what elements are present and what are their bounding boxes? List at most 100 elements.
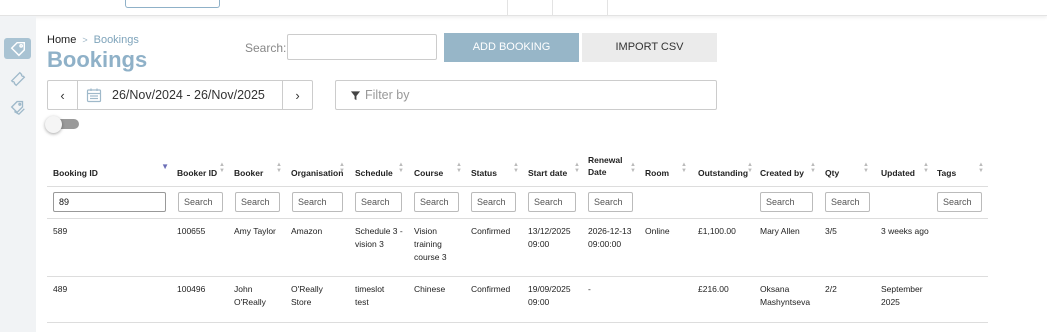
tags-search-input[interactable]: Search	[937, 192, 982, 212]
add-booking-button[interactable]: ADD BOOKING	[444, 33, 579, 62]
sort-icon: ▲ ▼	[810, 162, 816, 174]
column-header-tags[interactable]: Tags ▲ ▼	[937, 150, 986, 186]
cell-booking-id: 489	[53, 284, 68, 294]
previous-period-button[interactable]: ‹	[48, 81, 78, 109]
column-header-qty[interactable]: Qty ▲ ▼	[825, 150, 871, 186]
sort-icon: ▲ ▼	[681, 162, 687, 174]
cell-renewal-date: 2026-12-13 09:00:00	[588, 226, 632, 249]
sidebar-item-tickets[interactable]	[4, 68, 31, 89]
header-divider	[47, 186, 988, 187]
cell-booking-id: 589	[53, 226, 68, 236]
header-label: Booker	[234, 168, 264, 178]
sidebar-item-tags[interactable]	[4, 96, 31, 117]
sort-icon: ▲ ▼	[219, 162, 225, 174]
course-search-input[interactable]: Search	[414, 192, 459, 212]
breadcrumb: Home > Bookings	[47, 34, 139, 46]
cell-outstanding: £1,100.00	[698, 226, 736, 236]
view-toggle-switch[interactable]	[45, 116, 79, 133]
column-header-course[interactable]: Course ▲ ▼	[414, 150, 464, 186]
cell-start-date: 19/09/2025 09:00	[528, 284, 571, 307]
column-header-outstanding[interactable]: Outstanding ▲ ▼	[698, 150, 755, 186]
column-header-booking-id[interactable]: Booking ID ▼	[53, 150, 171, 186]
cell-booker: John O'Really	[234, 284, 266, 307]
cell-created-by: Oksana Mashyntseva	[760, 284, 811, 307]
sort-icon: ▲ ▼	[923, 162, 929, 174]
breadcrumb-home[interactable]: Home	[47, 34, 76, 46]
cell-schedule: Schedule 3 - vision 3	[355, 226, 403, 249]
sort-icon: ▲ ▼	[978, 162, 984, 174]
booker-search-input[interactable]: Search	[235, 192, 280, 212]
header-label: Qty	[825, 168, 840, 178]
topbar-divider	[507, 0, 508, 16]
column-header-status[interactable]: Status ▲ ▼	[471, 150, 521, 186]
header-label: Booking ID	[53, 168, 98, 178]
sort-icon: ▲ ▼	[398, 162, 404, 174]
column-header-created-by[interactable]: Created by ▲ ▼	[760, 150, 818, 186]
search-label: Search:	[245, 41, 287, 55]
date-range-value: 26/Nov/2024 - 26/Nov/2025	[112, 88, 265, 102]
start-date-search-input[interactable]: Search	[528, 192, 576, 212]
filter-icon	[350, 90, 361, 100]
cell-outstanding: £216.00	[698, 284, 729, 294]
booker-id-search-input[interactable]: Search	[178, 192, 223, 212]
cell-organisation: O'Really Store	[291, 284, 323, 307]
column-header-booker-id[interactable]: Booker ID ▲ ▼	[177, 150, 227, 186]
header-label: Organisation	[291, 168, 344, 178]
sort-icon: ▲ ▼	[456, 162, 462, 174]
ticket-icon	[10, 71, 25, 86]
booking-id-search-input[interactable]: 89	[53, 192, 166, 212]
topbar-divider	[552, 0, 553, 16]
cell-room: Online	[645, 226, 670, 236]
next-period-button[interactable]: ›	[282, 81, 312, 109]
column-header-room[interactable]: Room ▲ ▼	[645, 150, 689, 186]
search-row-divider	[47, 218, 988, 219]
breadcrumb-current[interactable]: Bookings	[94, 34, 139, 46]
cell-status: Confirmed	[471, 284, 511, 294]
header-label: Booker ID	[177, 168, 218, 178]
cell-updated: 3 weeks ago	[881, 226, 929, 236]
header-label: Created by	[760, 168, 804, 178]
page-title: Bookings	[47, 47, 148, 72]
column-header-start-date[interactable]: Start date ▲ ▼	[528, 150, 582, 186]
header-label: Course	[414, 168, 444, 178]
cell-schedule: timeslot test	[355, 284, 385, 307]
column-header-renewal-date[interactable]: Renewal Date ▲ ▼	[588, 150, 638, 186]
date-range-picker: ‹ 26/Nov/2024 - 26/Nov/2025 ›	[47, 80, 313, 110]
top-navigation-bar	[0, 0, 1047, 16]
calendar-icon	[86, 88, 102, 103]
cell-start-date: 13/12/2025 09:00	[528, 226, 571, 249]
qty-search-input[interactable]: Search	[825, 192, 870, 212]
schedule-search-input[interactable]: Search	[355, 192, 402, 212]
status-search-input[interactable]: Search	[471, 192, 516, 212]
top-search-field[interactable]	[125, 0, 220, 8]
header-label: Updated	[881, 168, 915, 178]
topbar-divider	[607, 0, 608, 16]
cell-qty: 3/5	[825, 226, 837, 236]
import-csv-button[interactable]: IMPORT CSV	[582, 33, 717, 62]
date-range-field[interactable]: 26/Nov/2024 - 26/Nov/2025	[78, 81, 282, 109]
sidebar	[0, 16, 36, 332]
search-input[interactable]	[287, 34, 437, 60]
column-header-schedule[interactable]: Schedule ▲ ▼	[355, 150, 406, 186]
sort-icon: ▲ ▼	[747, 162, 753, 174]
cell-status: Confirmed	[471, 226, 511, 236]
cell-organisation: Amazon	[291, 226, 323, 236]
column-header-updated[interactable]: Updated ▲ ▼	[881, 150, 931, 186]
created-by-search-input[interactable]: Search	[760, 192, 813, 212]
cell-qty: 2/2	[825, 284, 837, 294]
column-header-booker[interactable]: Booker ▲ ▼	[234, 150, 284, 186]
header-label: Schedule	[355, 168, 393, 178]
filter-by-field[interactable]: Filter by	[335, 80, 717, 110]
sort-icon: ▲ ▼	[513, 162, 519, 174]
column-header-organisation[interactable]: Organisation ▲ ▼	[291, 150, 347, 186]
sidebar-item-bookings[interactable]	[4, 38, 31, 59]
sort-icon: ▲ ▼	[276, 162, 282, 174]
tag-icon	[10, 41, 25, 56]
breadcrumb-separator: >	[82, 35, 88, 45]
cell-booker-id: 100496	[177, 284, 206, 294]
renewal-date-search-input[interactable]: Search	[588, 192, 633, 212]
row-divider	[47, 322, 988, 323]
cell-renewal-date: -	[588, 284, 591, 294]
organisation-search-input[interactable]: Search	[292, 192, 343, 212]
cell-created-by: Mary Allen	[760, 226, 800, 236]
